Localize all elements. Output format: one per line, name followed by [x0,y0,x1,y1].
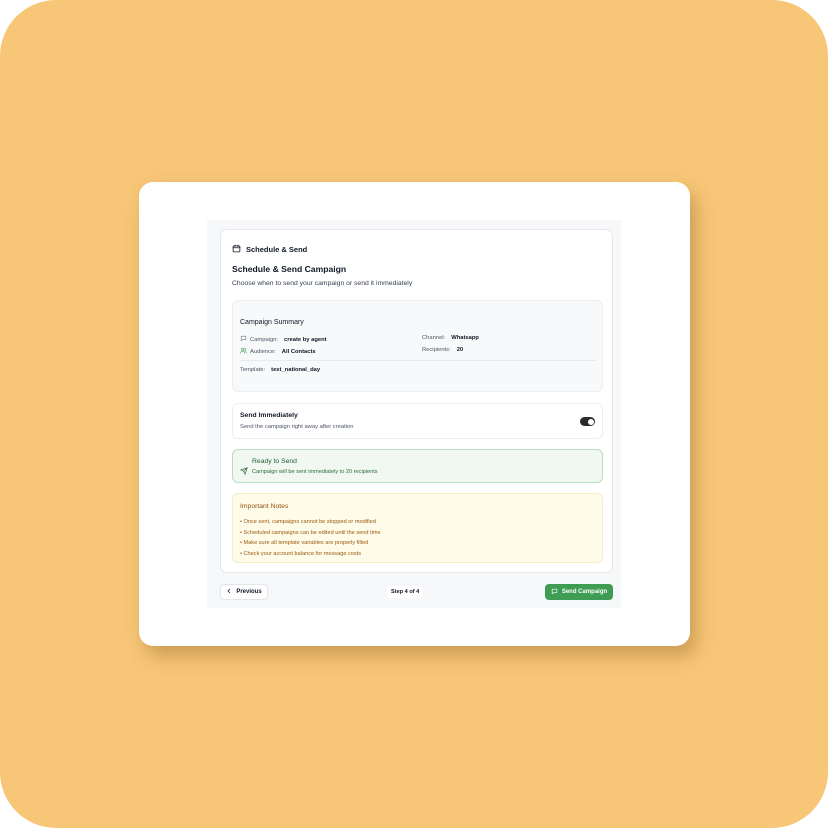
list-item: • Check your account balance for message… [240,550,362,557]
channel-value: Whatsapp [451,335,479,341]
previous-label: Previous [236,589,262,595]
calendar-icon [232,240,241,258]
send-immediately-toggle[interactable] [580,417,595,426]
audience-label: Audience: [250,348,276,355]
template-value: test_national_day [271,367,321,373]
step-indicator: Step 4 of 4 [387,586,424,598]
recipients-label: Recipients: [422,347,451,353]
channel-row: Channel: Whatsapp [422,335,479,341]
send-campaign-label: Send Campaign [561,589,608,595]
chevron-left-icon [226,588,232,596]
page-subtitle: Choose when to send your campaign or sen… [232,280,413,287]
audience-value: All Contacts [281,348,316,355]
summary-divider [240,360,596,361]
list-item: • Once sent, campaigns cannot be stopped… [240,519,376,525]
send-icon [240,462,248,480]
campaign-row: Campaign: create by agent [240,335,327,344]
card-header: Schedule & Send [232,240,307,258]
ready-title: Ready to Send [252,458,297,465]
campaign-summary: Campaign Summary Campaign: create by age… [232,300,603,392]
channel-label: Channel: [422,335,446,341]
list-item: • Make sure all template variables are p… [240,540,369,546]
notes-list: • Once sent, campaigns cannot be stopped… [240,517,381,559]
app-window: Schedule & Send Schedule & Send Campaign… [139,182,690,646]
schedule-card: Schedule & Send Schedule & Send Campaign… [220,229,613,573]
previous-button[interactable]: Previous [220,584,268,600]
message-icon [240,335,247,344]
send-immediately-title: Send Immediately [240,412,298,419]
users-icon [240,347,247,356]
send-campaign-button[interactable]: Send Campaign [545,584,613,600]
page-title: Schedule & Send Campaign [232,264,347,274]
ready-description: Campaign will be sent immediately to 20 … [252,469,378,475]
send-immediately-panel: Send Immediately Send the campaign right… [232,403,603,439]
card-header-title: Schedule & Send [246,244,308,254]
template-label: Template: [240,367,266,373]
message-icon [551,588,558,597]
ready-to-send-banner: Ready to Send Campaign will be sent imme… [232,449,603,483]
summary-title: Campaign Summary [240,319,304,326]
recipients-row: Recipients: 20 [422,347,463,353]
list-item: • Scheduled campaigns can be edited unti… [240,529,381,536]
important-notes: Important Notes • Once sent, campaigns c… [232,493,603,563]
wizard-footer: Previous Step 4 of 4 Send Campaign [220,584,613,600]
campaign-label: Campaign: [250,336,279,343]
toggle-knob [587,418,594,425]
wizard-page: Schedule & Send Schedule & Send Campaign… [207,220,621,608]
send-immediately-description: Send the campaign right away after creat… [240,424,354,430]
notes-title: Important Notes [240,503,289,510]
recipients-value: 20 [456,347,464,353]
campaign-value: create by agent [284,336,327,343]
audience-row: Audience: All Contacts [240,347,316,356]
template-row: Template: test_national_day [240,367,320,373]
